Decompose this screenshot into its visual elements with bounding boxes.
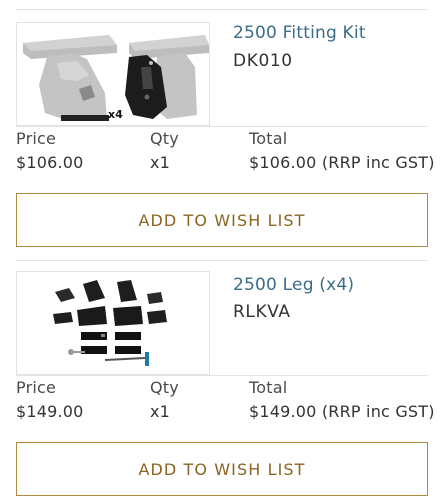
row-divider — [16, 126, 428, 127]
total-value: $106.00 (RRP inc GST) — [249, 153, 435, 172]
product-image-fitting-kit[interactable]: x4 — [16, 22, 210, 126]
total-value: $149.00 (RRP inc GST) — [249, 402, 435, 421]
add-to-wish-list-button[interactable]: ADD TO WISH LIST — [16, 442, 428, 496]
product-name-link[interactable]: 2500 Fitting Kit — [233, 23, 366, 43]
product-sku: RLKVA — [233, 302, 291, 322]
leg-kit-illustration — [53, 280, 167, 366]
total-label: Total — [249, 378, 288, 397]
total-label: Total — [249, 129, 288, 148]
product-image-leg-kit[interactable] — [16, 271, 210, 375]
fitting-kit-quantity-caption: x4 — [108, 108, 123, 121]
row-divider — [16, 375, 428, 376]
price-value: $106.00 — [16, 153, 84, 172]
product-divider — [16, 260, 428, 261]
price-label: Price — [16, 129, 57, 148]
add-to-wish-list-label: ADD TO WISH LIST — [138, 210, 306, 230]
add-to-wish-list-label: ADD TO WISH LIST — [138, 459, 306, 479]
add-to-wish-list-button[interactable]: ADD TO WISH LIST — [16, 193, 428, 247]
product-name-link[interactable]: 2500 Leg (x4) — [233, 275, 354, 295]
qty-value: x1 — [150, 402, 171, 421]
qty-label: Qty — [150, 378, 179, 397]
qty-value: x1 — [150, 153, 171, 172]
qty-label: Qty — [150, 129, 179, 148]
price-label: Price — [16, 378, 57, 397]
price-value: $149.00 — [16, 402, 84, 421]
top-divider — [16, 9, 428, 10]
product-sku: DK010 — [233, 51, 293, 71]
